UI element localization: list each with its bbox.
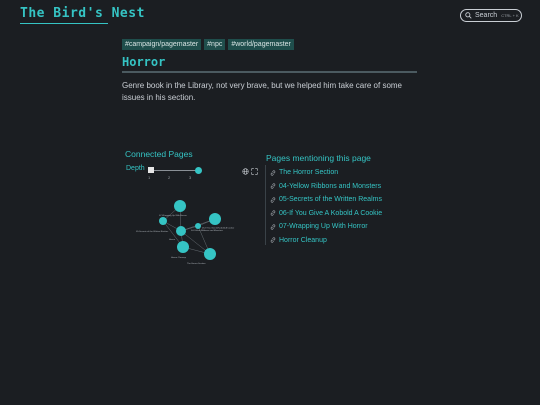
graph-node-07[interactable]: [174, 200, 186, 212]
mention-link-05-secrets[interactable]: 05-Secrets of the Written Realms: [270, 193, 382, 207]
expand-icon[interactable]: [251, 168, 258, 175]
mention-link-06-kobold[interactable]: 06-If You Give A Kobold A Cookie: [270, 207, 382, 221]
tag-npc[interactable]: #npc: [204, 39, 226, 50]
site-title[interactable]: The Bird's Nest: [20, 6, 145, 21]
graph-label-05: 05-Secrets of the Written Realms: [136, 230, 169, 233]
site-title-underline: [20, 23, 108, 24]
depth-tick-2: 2: [168, 175, 171, 180]
graph-node-cleanup[interactable]: [177, 241, 189, 253]
graph-view[interactable]: 07-Wrapping Up With Horror 06-If You Giv…: [125, 190, 265, 270]
mentions-list: The Horror Section 04-Yellow Ribbons and…: [270, 166, 382, 247]
page-title: Horror: [122, 55, 166, 69]
page-description: Genre book in the Library, not very brav…: [122, 81, 402, 102]
search-button[interactable]: Search CTRL + K: [460, 9, 522, 22]
depth-slider-handle[interactable]: [195, 167, 202, 174]
graph-node-04[interactable]: [195, 223, 201, 229]
graph-node-horror[interactable]: [176, 226, 186, 236]
mention-link-04-yellow-ribbons[interactable]: 04-Yellow Ribbons and Monsters: [270, 180, 382, 194]
mention-label: 06-If You Give A Kobold A Cookie: [279, 209, 383, 217]
graph-node-section[interactable]: [204, 248, 216, 260]
link-icon: [270, 170, 276, 176]
link-icon: [270, 210, 276, 216]
mention-label: 05-Secrets of the Written Realms: [279, 196, 382, 204]
graph-label-04: 04-Yellow Ribbons and Monsters: [191, 229, 224, 232]
graph-heading: Connected Pages: [125, 149, 193, 159]
depth-label: Depth: [126, 165, 145, 172]
graph-label-cleanup: Horror Cleanup: [171, 256, 187, 259]
mention-link-the-horror-section[interactable]: The Horror Section: [270, 166, 382, 180]
search-shortcut: CTRL + K: [501, 13, 519, 18]
graph-node-05[interactable]: [159, 217, 167, 225]
search-label: Search: [475, 12, 498, 19]
search-icon: [465, 12, 472, 19]
mention-link-07-wrapping-up[interactable]: 07-Wrapping Up With Horror: [270, 220, 382, 234]
section-divider: [265, 165, 266, 245]
depth-tick-1: 1: [148, 175, 151, 180]
link-icon: [270, 224, 276, 230]
graph-label-horror: Horror: [169, 238, 175, 241]
link-icon: [270, 183, 276, 189]
mention-label: 07-Wrapping Up With Horror: [279, 223, 368, 231]
graph-label-07: 07-Wrapping Up With Horror: [159, 214, 187, 217]
mention-label: Horror Cleanup: [279, 236, 327, 244]
tag-list: #campaign/pagemaster #npc #world/pagemas…: [122, 39, 294, 50]
graph-label-section: The Horror Section: [187, 262, 206, 265]
link-icon: [270, 197, 276, 203]
mention-label: 04-Yellow Ribbons and Monsters: [279, 182, 382, 190]
depth-slider-track[interactable]: [150, 170, 200, 171]
depth-slider-min-handle[interactable]: [148, 167, 154, 173]
page-title-underline: [122, 71, 417, 73]
mention-link-horror-cleanup[interactable]: Horror Cleanup: [270, 234, 382, 248]
link-icon: [270, 237, 276, 243]
tag-campaign-pagemaster[interactable]: #campaign/pagemaster: [122, 39, 202, 50]
mention-label: The Horror Section: [279, 169, 339, 177]
tag-world-pagemaster[interactable]: #world/pagemaster: [228, 39, 294, 50]
depth-tick-3: 3: [189, 175, 192, 180]
graph-node-06[interactable]: [209, 213, 221, 225]
mentions-heading: Pages mentioning this page: [266, 153, 371, 163]
globe-icon[interactable]: [242, 168, 249, 175]
